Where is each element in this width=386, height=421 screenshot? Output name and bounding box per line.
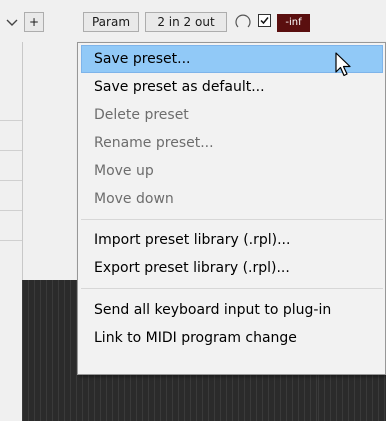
menu-item-rename-preset[interactable]: Rename preset... — [81, 129, 383, 157]
menu-item-delete-preset[interactable]: Delete preset — [81, 101, 383, 129]
menu-item-label: Move down — [94, 191, 174, 207]
wet-knob-icon[interactable] — [233, 12, 253, 32]
io-button[interactable]: 2 in 2 out — [145, 12, 227, 32]
menu-item-label: Send all keyboard input to plug-in — [94, 302, 332, 318]
row-divider — [0, 240, 22, 241]
menu-item-label: Export preset library (.rpl)... — [94, 260, 290, 276]
menu-item-import-preset-library[interactable]: Import preset library (.rpl)... — [81, 226, 383, 254]
menu-item-label: Import preset library (.rpl)... — [94, 232, 291, 248]
menu-item-label: Move up — [94, 163, 154, 179]
menu-item-link-midi-program-change[interactable]: Link to MIDI program change — [81, 324, 383, 352]
menu-item-label: Delete preset — [94, 107, 189, 123]
menu-item-label: Save preset as default... — [94, 79, 265, 95]
track-panel-strip — [0, 0, 23, 421]
menu-item-label: Rename preset... — [94, 135, 214, 151]
param-button[interactable]: Param — [83, 12, 139, 32]
mouse-pointer-icon — [335, 52, 351, 77]
row-divider — [0, 180, 22, 181]
fx-toolbar: + Param 2 in 2 out -inf — [0, 0, 386, 42]
preset-context-menu: Save preset... Save preset as default...… — [77, 42, 386, 375]
menu-separator — [81, 219, 383, 220]
row-divider — [0, 150, 22, 151]
row-divider — [0, 210, 22, 211]
menu-item-export-preset-library[interactable]: Export preset library (.rpl)... — [81, 254, 383, 282]
menu-separator — [81, 288, 383, 289]
menu-item-send-keyboard-input[interactable]: Send all keyboard input to plug-in — [81, 296, 383, 324]
checkmark-icon — [260, 17, 269, 25]
menu-item-label: Save preset... — [94, 51, 191, 67]
menu-item-label: Link to MIDI program change — [94, 330, 297, 346]
chevron-down-icon[interactable] — [4, 14, 20, 30]
menu-item-move-up[interactable]: Move up — [81, 157, 383, 185]
volume-readout: -inf — [277, 14, 310, 32]
bypass-checkbox[interactable] — [258, 14, 271, 27]
add-button[interactable]: + — [24, 12, 44, 32]
row-divider — [0, 120, 22, 121]
menu-item-move-down[interactable]: Move down — [81, 185, 383, 213]
